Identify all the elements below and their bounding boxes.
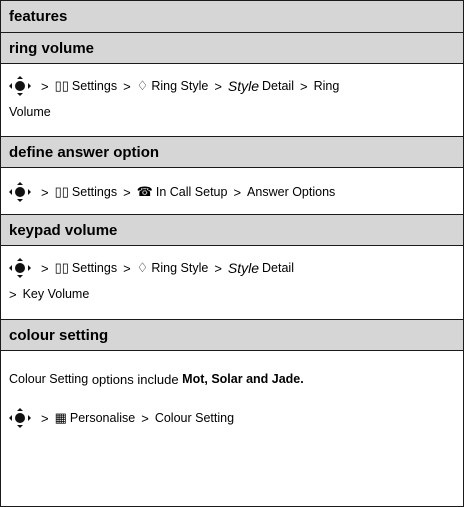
path-item: In Call Setup <box>155 185 228 199</box>
section-header-ring-volume: ring volume <box>1 33 463 64</box>
separator: > <box>41 410 49 426</box>
path-item: Detail <box>262 79 294 93</box>
section-header-colour-setting: colour setting <box>1 320 463 351</box>
settings-icon: ▯▯ <box>54 78 69 93</box>
separator: > <box>9 286 17 302</box>
separator: > <box>123 184 131 200</box>
separator: > <box>300 78 308 94</box>
section-title: ring volume <box>9 39 95 57</box>
separator: > <box>41 78 49 94</box>
separator: > <box>233 184 242 200</box>
section-body-keypad-volume: > ▯▯ Settings > ♢ Ring Style > Style Det… <box>1 246 463 320</box>
features-table: features ring volume > ▯▯ Settings > ♢ R… <box>0 0 464 507</box>
separator: > <box>214 260 222 276</box>
path-item: Settings <box>71 185 118 199</box>
menu-path: > ▯▯ Settings > ♢ Ring Style > Style Det… <box>9 74 455 98</box>
path-item: Answer Options <box>247 185 336 199</box>
nav-key-icon <box>9 182 31 202</box>
separator: > <box>214 78 222 94</box>
menu-path-continued: Volume <box>9 98 455 126</box>
section-title: keypad volume <box>9 221 118 239</box>
section-body-ring-volume: > ▯▯ Settings > ♢ Ring Style > Style Det… <box>1 64 463 137</box>
section-title: colour setting <box>9 326 109 344</box>
desc-strong: Colour Setting <box>9 372 89 386</box>
section-header-keypad-volume: keypad volume <box>1 215 463 246</box>
path-item: Detail <box>262 261 294 275</box>
path-item: Ring Style <box>151 261 209 275</box>
settings-icon: ▯▯ <box>54 260 69 275</box>
section-title: define answer option <box>9 143 160 161</box>
section-body-colour-setting: Colour Setting options include Mot, Sola… <box>1 351 463 484</box>
personalise-icon: ▦ <box>54 410 67 425</box>
separator: > <box>141 410 149 426</box>
separator: > <box>123 260 131 276</box>
table-header: features <box>1 1 463 33</box>
path-item-italic: Style <box>227 260 260 276</box>
separator: > <box>123 78 131 94</box>
menu-path: > ▦ Personalise > Colour Setting <box>9 401 455 435</box>
menu-path-continued: > Key Volume <box>9 280 455 308</box>
desc-options: Mot, Solar and Jade. <box>182 372 304 386</box>
nav-key-icon <box>9 408 31 428</box>
header-title: features <box>9 8 68 25</box>
path-item: Ring <box>313 79 340 93</box>
path-item: Volume <box>9 105 51 119</box>
call-setup-icon: ☎ <box>136 184 153 199</box>
menu-path: > ▯▯ Settings > ♢ Ring Style > Style Det… <box>9 256 455 280</box>
desc-plain: options include <box>88 371 183 387</box>
nav-key-icon <box>9 76 31 96</box>
path-item: Colour Setting <box>154 411 235 425</box>
separator: > <box>41 260 49 276</box>
ring-style-icon: ♢ <box>136 260 149 275</box>
path-item: Personalise <box>69 411 136 425</box>
path-item: Ring Style <box>151 79 209 93</box>
separator: > <box>41 184 49 200</box>
path-item-italic: Style <box>227 78 260 94</box>
description: Colour Setting options include Mot, Sola… <box>9 365 455 393</box>
ring-style-icon: ♢ <box>136 78 149 93</box>
path-item: Settings <box>71 261 118 275</box>
path-item: Key Volume <box>22 287 90 301</box>
section-body-answer-option: > ▯▯ Settings > ☎ In Call Setup > Answer… <box>1 168 463 215</box>
menu-path: > ▯▯ Settings > ☎ In Call Setup > Answer… <box>9 180 455 204</box>
section-header-answer-option: define answer option <box>1 137 463 168</box>
path-item: Settings <box>71 79 118 93</box>
settings-icon: ▯▯ <box>54 184 69 199</box>
nav-key-icon <box>9 258 31 278</box>
